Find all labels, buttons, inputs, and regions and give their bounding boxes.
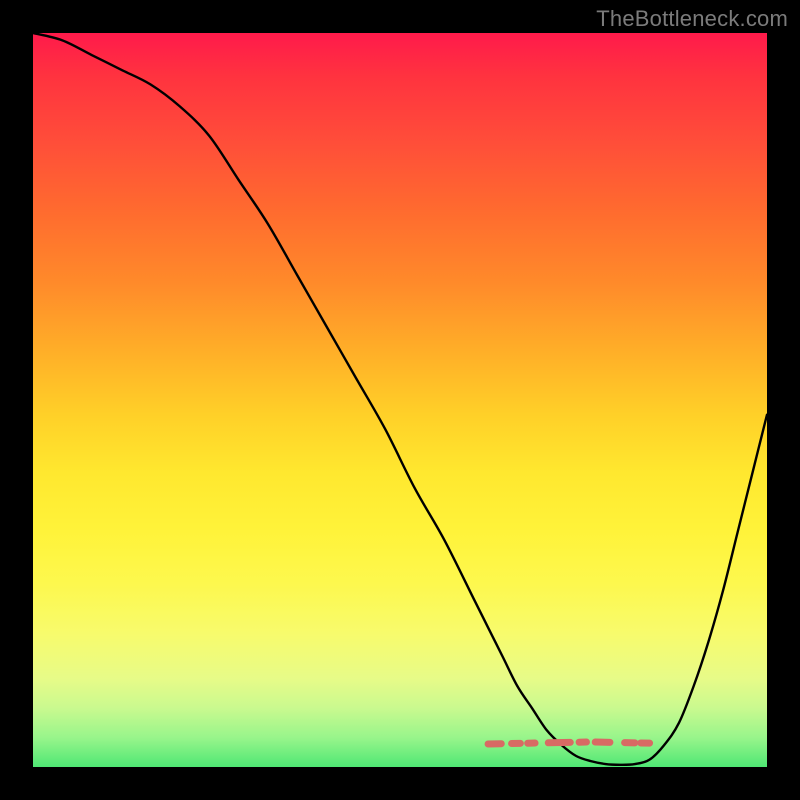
watermark-text: TheBottleneck.com <box>596 6 788 32</box>
plot-area <box>33 33 767 767</box>
chart-frame: TheBottleneck.com <box>0 0 800 800</box>
plot-svg <box>33 33 767 767</box>
bottleneck-curve <box>33 33 767 765</box>
optimal-range-dash <box>488 742 649 744</box>
